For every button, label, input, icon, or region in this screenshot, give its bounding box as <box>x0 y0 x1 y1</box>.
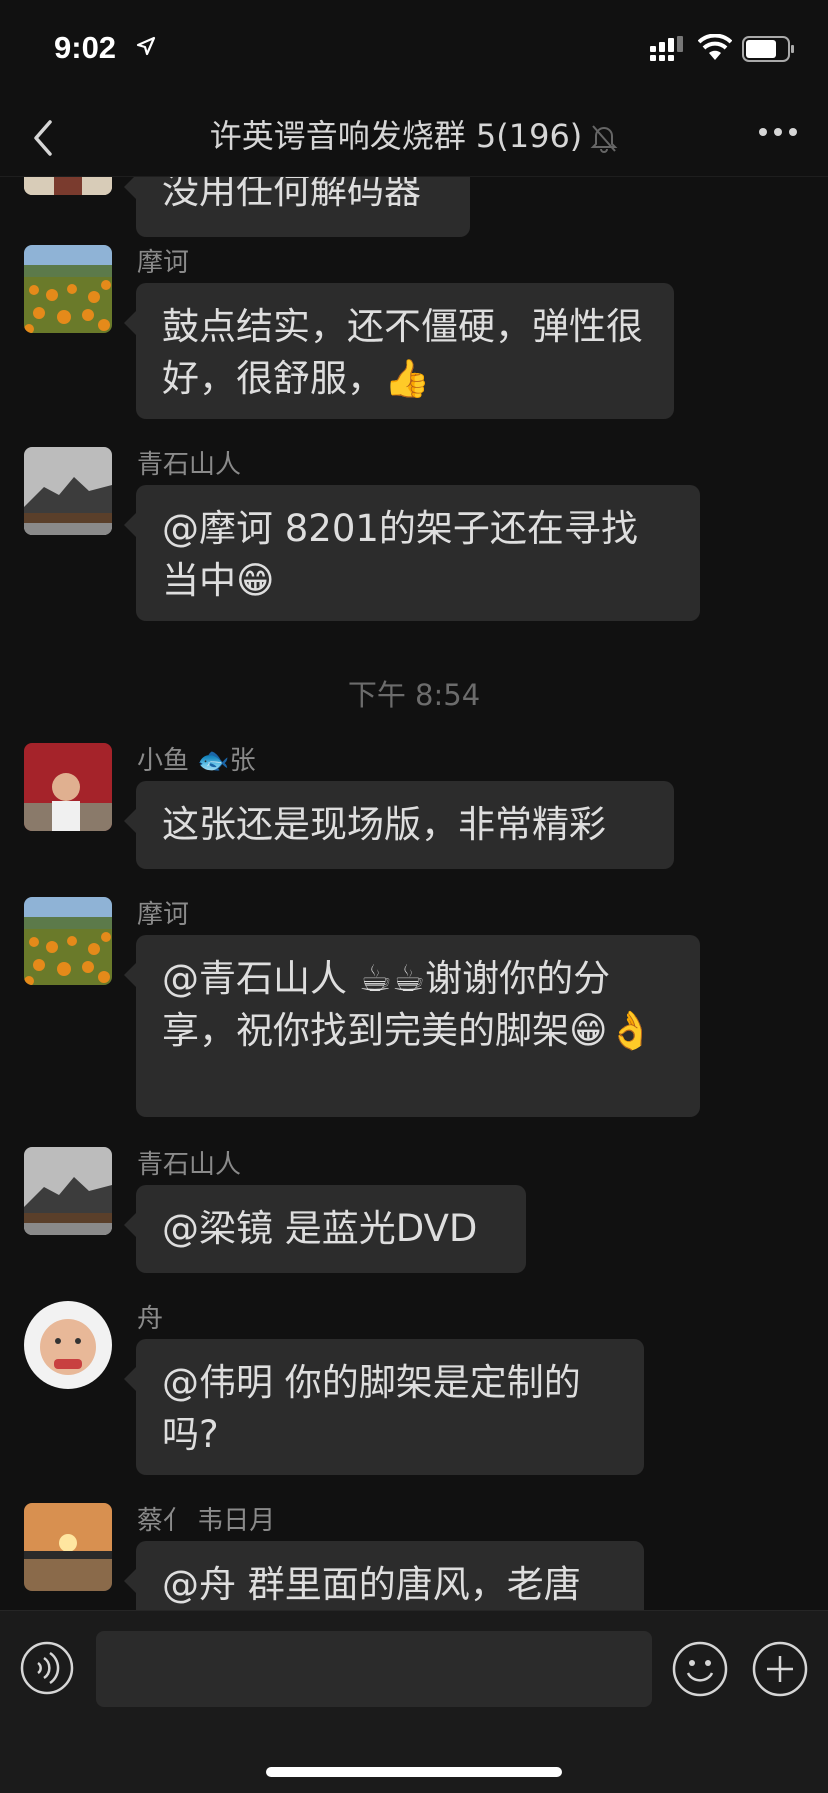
message-text: @伟明 你的脚架是定制的吗? <box>162 1361 581 1456</box>
emoji-icon[interactable] <box>672 1641 728 1697</box>
cellular-signal-icon <box>650 36 683 61</box>
message-text: @青石山人 ☕☕谢谢你的分享，祝你找到完美的脚架😁👌 <box>162 957 654 1052</box>
add-attachment-icon[interactable] <box>752 1641 808 1697</box>
avatar[interactable] <box>24 1301 112 1389</box>
message-text: @梁镜 是蓝光DVD <box>162 1207 478 1250</box>
message-input[interactable] <box>96 1631 652 1707</box>
sender-name: 小鱼 🐟张 <box>137 746 256 776</box>
message-timestamp: 下午 8:54 <box>347 678 481 712</box>
wifi-icon <box>698 34 732 60</box>
message-bubble[interactable]: 这张还是现场版，非常精彩 <box>124 781 674 869</box>
avatar[interactable] <box>24 447 112 535</box>
avatar[interactable] <box>24 743 112 831</box>
mute-bell-icon <box>590 125 618 153</box>
more-options-icon[interactable] <box>758 126 798 138</box>
sender-name: 摩诃 <box>137 248 190 278</box>
sender-name: 舟 <box>137 1304 164 1334</box>
message-bubble[interactable]: @舟 群里面的唐风，老唐 <box>124 1541 644 1610</box>
sender-name: 摩诃 <box>137 900 190 930</box>
avatar[interactable] <box>24 245 112 333</box>
avatar[interactable] <box>24 1503 112 1591</box>
message-text: @摩诃 8201的架子还在寻找当中😁 <box>162 507 638 602</box>
sender-name: 蔡亻 韦日月 <box>137 1506 276 1536</box>
message-text: 没用任何解码器 <box>162 177 421 212</box>
message-bubble[interactable]: @青石山人 ☕☕谢谢你的分享，祝你找到完美的脚架😁👌 <box>124 935 700 1117</box>
message-bubble[interactable]: @梁镜 是蓝光DVD <box>124 1185 526 1273</box>
message-text: @舟 群里面的唐风，老唐 <box>162 1563 581 1606</box>
message-bubble[interactable]: 鼓点结实，还不僵硬，弹性很好，很舒服，👍 <box>124 283 674 419</box>
message-bubble[interactable]: @伟明 你的脚架是定制的吗? <box>124 1339 644 1475</box>
avatar[interactable] <box>24 897 112 985</box>
message-bubble[interactable]: @摩诃 8201的架子还在寻找当中😁 <box>124 485 700 621</box>
chat-title: 许英谔音响发烧群 5(196) <box>0 112 828 160</box>
voice-input-icon[interactable] <box>20 1641 74 1695</box>
status-bar: 9:02 <box>0 0 828 100</box>
status-time: 9:02 <box>54 30 117 65</box>
avatar[interactable] <box>24 1147 112 1235</box>
battery-icon <box>742 36 794 62</box>
home-indicator[interactable] <box>266 1767 562 1777</box>
location-arrow-icon <box>136 36 156 56</box>
message-text: 这张还是现场版，非常精彩 <box>162 803 606 846</box>
message-text: 鼓点结实，还不僵硬，弹性很好，很舒服，👍 <box>162 305 643 400</box>
message-list[interactable]: 没用任何解码器 摩诃 鼓点结实，还不僵硬，弹性很好，很舒服，👍 青石山人 @摩诃… <box>0 177 828 1610</box>
input-bar <box>0 1610 828 1793</box>
chat-title-text: 许英谔音响发烧群 5(196) <box>209 117 583 155</box>
sender-name: 青石山人 <box>137 450 242 480</box>
message-bubble[interactable]: 没用任何解码器 <box>124 177 470 237</box>
sender-name: 青石山人 <box>137 1150 242 1180</box>
avatar[interactable] <box>24 177 112 195</box>
chat-header: 许英谔音响发烧群 5(196) <box>0 100 828 177</box>
